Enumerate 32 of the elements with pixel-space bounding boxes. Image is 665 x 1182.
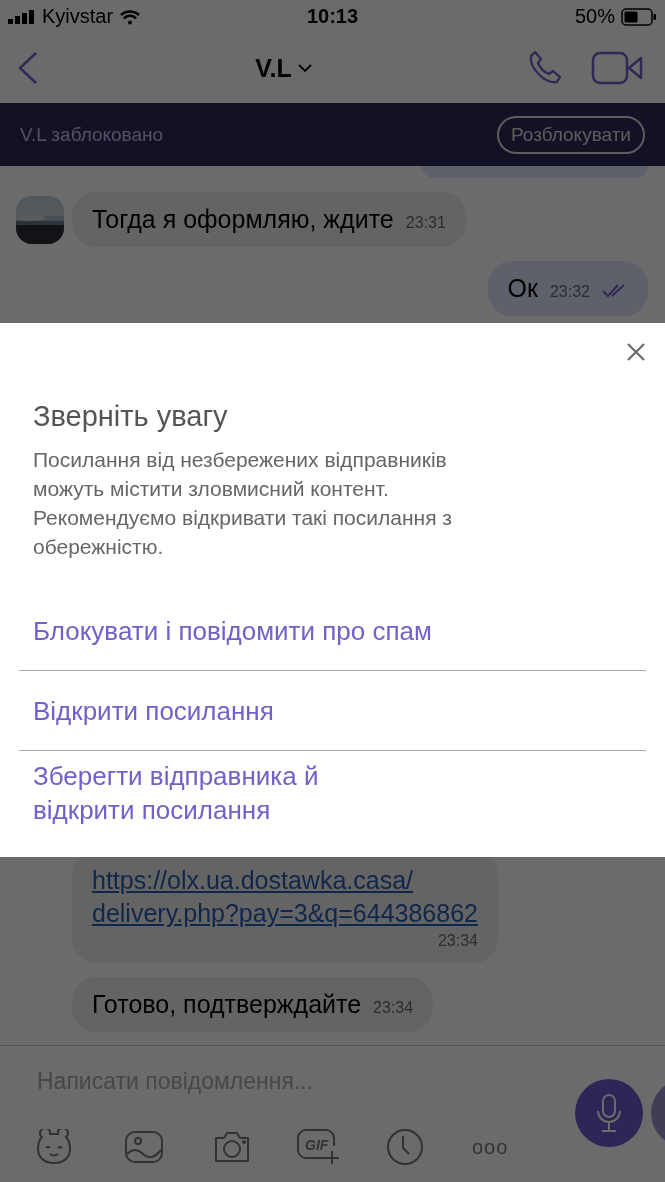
message-time: 23:32 <box>549 283 590 301</box>
chat-title[interactable]: V.L <box>255 53 292 83</box>
dialog-message: Посилання від незбережених відправників можуть містити зловмисний контент. Рекомендуємо відкривати такі посилання з обережністю. <box>33 447 453 560</box>
clock-icon[interactable] <box>386 1128 424 1166</box>
message-time: 23:34 <box>437 932 478 950</box>
gallery-icon[interactable] <box>124 1129 164 1165</box>
camera-icon[interactable] <box>212 1130 252 1164</box>
dialog-action[interactable]: Блокувати і повідомити про спам <box>19 591 646 671</box>
message-text: Готово, подтверждайте <box>92 990 362 1019</box>
dialog-action[interactable]: Зберегти відправника й відкрити посилання <box>19 751 646 827</box>
unblock-button[interactable]: Розблокувати <box>497 115 645 154</box>
chevron-down-icon[interactable] <box>297 64 312 72</box>
clock-time: 10:13 <box>306 5 359 28</box>
microphone-icon <box>595 1093 623 1133</box>
message-time: 23:34 <box>373 999 414 1017</box>
dialog-action[interactable]: Відкрити посилання <box>19 671 646 751</box>
carrier-name: Kyivstar <box>42 5 114 28</box>
message-text: Тогда я оформляю, ждите <box>92 205 394 234</box>
battery-icon <box>621 7 657 26</box>
close-icon[interactable] <box>627 343 645 361</box>
blocked-notice: V.L заблоковано <box>20 123 164 146</box>
dialog-title: Зверніть увагу <box>33 400 229 433</box>
sticker-icon[interactable] <box>34 1129 74 1165</box>
wifi-icon <box>119 8 142 25</box>
message-text: Ок <box>507 274 538 303</box>
signal-icon <box>8 9 36 24</box>
message-link[interactable]: https://olx.ua.dostawka.casa/ delivery.php?pay=3&q=644386862 <box>92 864 478 930</box>
battery-percent: 50% <box>574 5 615 28</box>
phone-icon[interactable] <box>527 50 563 86</box>
more-button[interactable]: ooo <box>472 1135 509 1159</box>
message-time: 23:31 <box>405 214 446 232</box>
video-camera-icon[interactable] <box>591 51 643 85</box>
